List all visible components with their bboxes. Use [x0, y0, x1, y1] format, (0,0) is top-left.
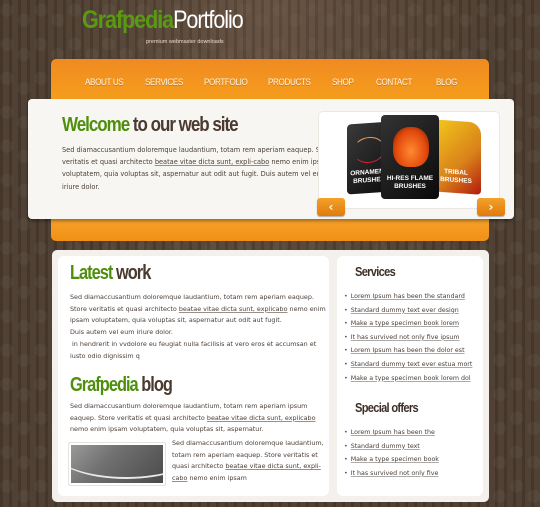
hero-title-rest: to our web site	[132, 114, 239, 136]
nav-item-contact[interactable]: CONTACT	[376, 77, 412, 88]
thumbnail-image	[71, 445, 163, 483]
blog-title-highlight: Grafpedia	[70, 374, 139, 396]
blog-title: Grafpedia blog	[70, 374, 173, 397]
chevron-left-icon: ‹	[328, 200, 334, 214]
product-label-line: BRUSHES	[394, 183, 426, 190]
latest-title-rest: work	[115, 262, 151, 284]
product-slider: ORNAMENT BRUSHES TRIBAL BRUSHES HI-RES FLA…	[317, 111, 505, 216]
special-offers-list: Lorem Ipsum has been the Standard dummy …	[344, 426, 439, 480]
services-link[interactable]: Make a type specimen book lorem	[351, 320, 459, 327]
offers-item[interactable]: Lorem Ipsum has been the	[344, 426, 439, 440]
hero-title: Welcome to our web site	[62, 114, 239, 137]
text-part: nemo enim ipsam voluptatem, quia volupta…	[70, 425, 264, 434]
text-part: nemo enim ipsam	[187, 474, 247, 483]
offers-link[interactable]: Lorem Ipsum has been the	[351, 429, 435, 436]
offers-link[interactable]: It has survived not only five	[351, 470, 439, 477]
offers-link[interactable]: Standard dummy text	[351, 443, 420, 450]
logo-title: GrafpediaPortfolio	[82, 6, 244, 34]
services-item[interactable]: Standard dummy text ever design	[344, 304, 472, 318]
services-link[interactable]: Standard dummy text ever estua mort	[351, 361, 473, 368]
nav-item-shop[interactable]: SHOP	[332, 77, 354, 88]
services-link[interactable]: Lorem Ipsum has been the standard	[351, 293, 465, 300]
blog-link[interactable]: beatae vitae dicta sunt, explicabo	[207, 414, 316, 422]
offers-item[interactable]: Make a type specimen book	[344, 453, 439, 467]
offers-link[interactable]: Make a type specimen book	[351, 456, 439, 463]
product-label: HI-RES FLAME BRUSHES	[381, 175, 439, 191]
services-item[interactable]: It has survived not only five ipsum	[344, 331, 472, 345]
hero-text: Sed diamaccusantium doloremque laudantiu…	[62, 144, 342, 193]
slider-prev-button[interactable]: ‹	[317, 198, 345, 216]
text-line: iusto odio dignissim q	[70, 351, 140, 360]
services-link[interactable]: Make a type specimen book lorem dol	[351, 375, 471, 382]
product-hi-res-flame-brushes[interactable]: HI-RES FLAME BRUSHES	[381, 115, 439, 199]
slider-next-button[interactable]: ›	[477, 198, 505, 216]
nav-item-blog[interactable]: BLOG	[436, 77, 457, 88]
services-item[interactable]: Make a type specimen book lorem dol	[344, 372, 472, 386]
services-link[interactable]: Lorem Ipsum has been the dolor est	[351, 347, 465, 354]
services-item[interactable]: Lorem Ipsum has been the dolor est	[344, 344, 472, 358]
blog-intro-text: Sed diamaccusantium doloremque laudantiu…	[70, 401, 320, 436]
latest-work-link[interactable]: beatae vitae dicta sunt, explicabo	[179, 305, 288, 313]
chevron-right-icon: ›	[488, 200, 494, 214]
nav-item-products[interactable]: PRODUCTS	[268, 77, 311, 88]
latest-title-highlight: Latest	[70, 262, 113, 284]
orange-band	[51, 219, 489, 241]
text-part: nemo enim	[287, 304, 326, 313]
latest-work-title: Latest work	[70, 262, 151, 285]
text-line: Store veritatis et quasi architecto beat…	[70, 304, 332, 316]
latest-work-text: Sed diamaccusantium doloremque laudantiu…	[70, 292, 332, 362]
offers-item[interactable]: It has survived not only five	[344, 467, 439, 481]
services-list: Lorem Ipsum has been the standard Standa…	[344, 290, 473, 386]
text-line: Sed diamaccusantium doloremque laudantiu…	[70, 293, 314, 301]
offers-item[interactable]: Standard dummy text	[344, 440, 439, 454]
services-link[interactable]: Standard dummy text ever design	[351, 307, 459, 314]
product-label-line: BRUSHES	[440, 175, 472, 186]
blog-title-rest: blog	[141, 374, 173, 396]
sidebar: Services Lorem Ipsum has been the standa…	[337, 256, 483, 496]
logo[interactable]: GrafpediaPortfolio premium webmaster dow…	[82, 6, 269, 45]
text-part: Store veritatis et quasi architecto	[70, 304, 179, 313]
nav-item-services[interactable]: SERVICES	[145, 77, 183, 88]
text-line: in hendrerit in vvdolore eu feugiat null…	[70, 339, 317, 348]
nav-item-about-us[interactable]: ABOUT US	[85, 77, 124, 88]
text-line: Duis autem vel eum iriure dolor.	[70, 328, 173, 337]
special-offers-title: Special offers	[355, 400, 419, 415]
main-column: Latest work Sed diamaccusantium doloremq…	[58, 256, 329, 496]
logo-suffix: Portfolio	[173, 6, 244, 34]
services-item[interactable]: Lorem Ipsum has been the standard	[344, 290, 472, 304]
nav-item-portfolio[interactable]: PORTFOLIO	[204, 77, 248, 88]
blog-thumbnail[interactable]	[68, 442, 166, 486]
services-title: Services	[355, 264, 396, 279]
content-area: Latest work Sed diamaccusantium doloremq…	[52, 250, 489, 502]
hero-link[interactable]: beatae vitae dicta sunt, expli-cabo	[155, 158, 269, 166]
flame-icon	[393, 127, 429, 167]
text-line: ipsam voluptatem, quia voluptas sit, asp…	[70, 316, 282, 325]
product-label-line: HI-RES FLAME	[386, 175, 434, 182]
hero-title-highlight: Welcome	[62, 114, 130, 136]
services-item[interactable]: Standard dummy text ever estua mort	[344, 358, 473, 372]
services-link[interactable]: It has survived not only five ipsum	[351, 334, 460, 341]
blog-post-text: Sed diamaccusantium doloremque laudantiu…	[172, 438, 324, 485]
tagline: premium webmaster downloads	[146, 39, 224, 45]
logo-brand: Grafpedia	[82, 6, 174, 34]
services-item[interactable]: Make a type specimen book lorem	[344, 317, 472, 331]
hero-panel: Welcome to our web site Sed diamaccusant…	[28, 99, 514, 219]
